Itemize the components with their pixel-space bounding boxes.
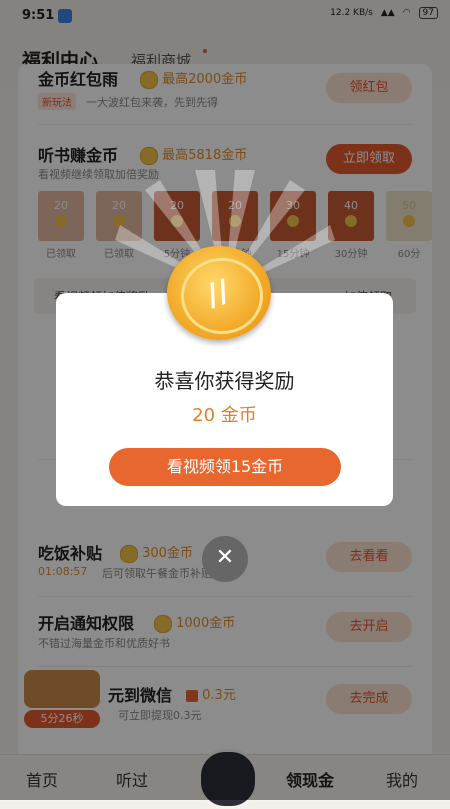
close-icon[interactable]: ✕ xyxy=(202,536,248,582)
gold-coin-icon: // xyxy=(167,246,271,340)
dialog-title: 恭喜你获得奖励 xyxy=(154,369,295,393)
dialog-amount: 20 金币 xyxy=(192,405,257,426)
watch-video-button[interactable]: 看视频领15金币 xyxy=(109,448,341,486)
